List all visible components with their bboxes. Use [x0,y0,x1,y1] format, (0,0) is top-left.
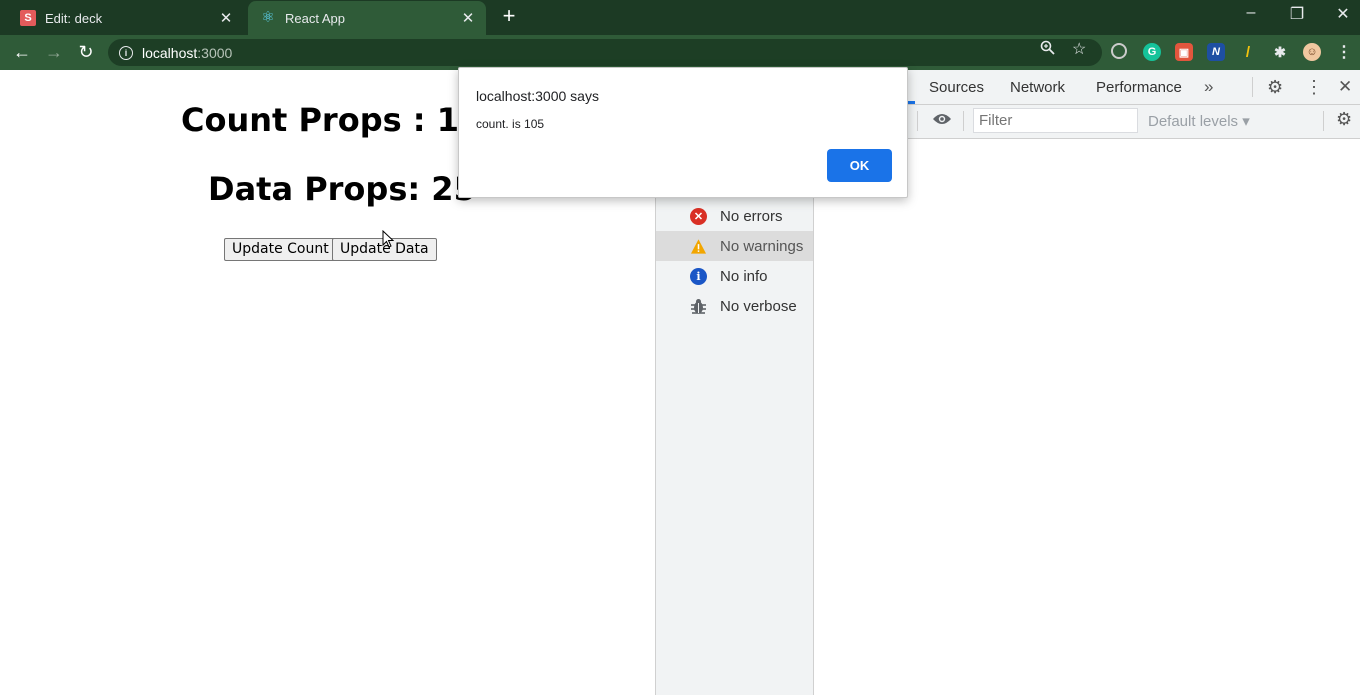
close-window-icon[interactable]: ✕ [1328,4,1358,24]
reload-icon[interactable]: ↻ [74,40,98,64]
puzzle-extensions-icon[interactable]: ✱ [1271,43,1289,61]
console-settings-gear-icon[interactable]: ⚙ [1336,109,1352,130]
extension-n-icon[interactable]: N [1207,43,1225,61]
tab-react-app[interactable]: ⚛ React App ✕ [248,1,486,35]
grammarly-icon[interactable]: G [1143,43,1161,61]
sidebar-item-errors[interactable]: ✕ No errors [656,201,813,231]
divider [917,111,918,131]
dialog-title: localhost:3000 says [476,88,599,104]
extension-target-icon[interactable] [1111,43,1127,59]
react-favicon-icon: ⚛ [261,9,275,26]
devtools-close-icon[interactable]: ✕ [1338,77,1352,97]
more-tabs-chevron-icon[interactable]: » [1204,77,1213,97]
site-favicon-icon: S [20,10,36,26]
restore-icon[interactable]: ❐ [1282,4,1312,24]
devtools-menu-icon[interactable]: ⋮ [1305,77,1323,98]
devtools-tab-bar: Sources Network Performance » ⚙ ⋮ ✕ [907,70,1360,105]
forward-arrow-icon[interactable]: → [42,40,66,64]
back-arrow-icon[interactable]: ← [10,40,34,64]
active-tab-indicator [907,101,915,104]
live-expression-eye-icon[interactable] [932,111,952,132]
zoom-icon[interactable] [1040,40,1055,59]
bug-icon [690,298,707,315]
sidebar-item-label: No info [720,267,768,285]
log-levels-dropdown[interactable]: Default levels ▾ [1148,112,1250,130]
tab-title: Edit: deck [45,10,103,26]
profile-avatar-icon[interactable]: ☺ [1303,43,1321,61]
tab-performance[interactable]: Performance [1096,79,1182,96]
info-icon: i [690,267,707,285]
browser-toolbar: ← → ↻ i localhost:3000 ☆ G ▣ N / ✱ ☺ ⋮ [0,35,1360,70]
sidebar-item-verbose[interactable]: No verbose [656,291,813,321]
sidebar-item-label: No warnings [720,237,804,255]
data-props-heading: Data Props: 25 [208,170,476,208]
console-sidebar: ✕ No errors No warnings i No info No ver… [655,198,814,695]
divider [1323,111,1324,131]
sidebar-item-label: No errors [720,207,783,225]
count-props-heading: Count Props : 105 [181,101,504,139]
devtools-settings-gear-icon[interactable]: ⚙ [1267,77,1283,98]
new-tab-button[interactable]: + [498,5,520,28]
site-info-icon[interactable]: i [119,45,133,60]
sidebar-item-warnings[interactable]: No warnings [656,231,813,261]
extension-screen-icon[interactable]: ▣ [1175,43,1193,61]
bookmark-star-icon[interactable]: ☆ [1072,39,1086,59]
tab-close-icon[interactable]: ✕ [458,9,478,27]
browser-tab-strip: S Edit: deck ✕ ⚛ React App ✕ + – ❐ ✕ [0,0,1360,35]
dialog-message: count. is 105 [476,117,545,131]
address-bar[interactable]: i localhost:3000 [108,39,1102,66]
tab-title: React App [285,10,345,26]
update-count-button[interactable]: Update Count [224,238,337,261]
minimize-icon[interactable]: – [1236,4,1266,22]
divider [1252,77,1253,97]
ok-button[interactable]: OK [827,149,892,182]
console-filter-bar: Filter Default levels ▾ ⚙ [907,105,1360,139]
browser-menu-icon[interactable]: ⋮ [1335,43,1353,61]
sidebar-item-label: No verbose [720,297,797,315]
alert-dialog: localhost:3000 says count. is 105 OK [458,67,908,198]
divider [963,111,964,131]
mouse-cursor-icon [382,230,394,248]
error-icon: ✕ [690,207,707,225]
tab-network[interactable]: Network [1010,79,1065,96]
tab-edit-deck[interactable]: S Edit: deck ✕ [8,1,244,35]
sidebar-item-info[interactable]: i No info [656,261,813,291]
pen-extension-icon[interactable]: / [1239,43,1257,61]
tab-sources[interactable]: Sources [929,79,984,96]
console-filter-input[interactable]: Filter [973,108,1138,133]
url-text: localhost:3000 [142,44,233,61]
warning-icon [690,238,707,255]
tab-close-icon[interactable]: ✕ [216,9,236,27]
